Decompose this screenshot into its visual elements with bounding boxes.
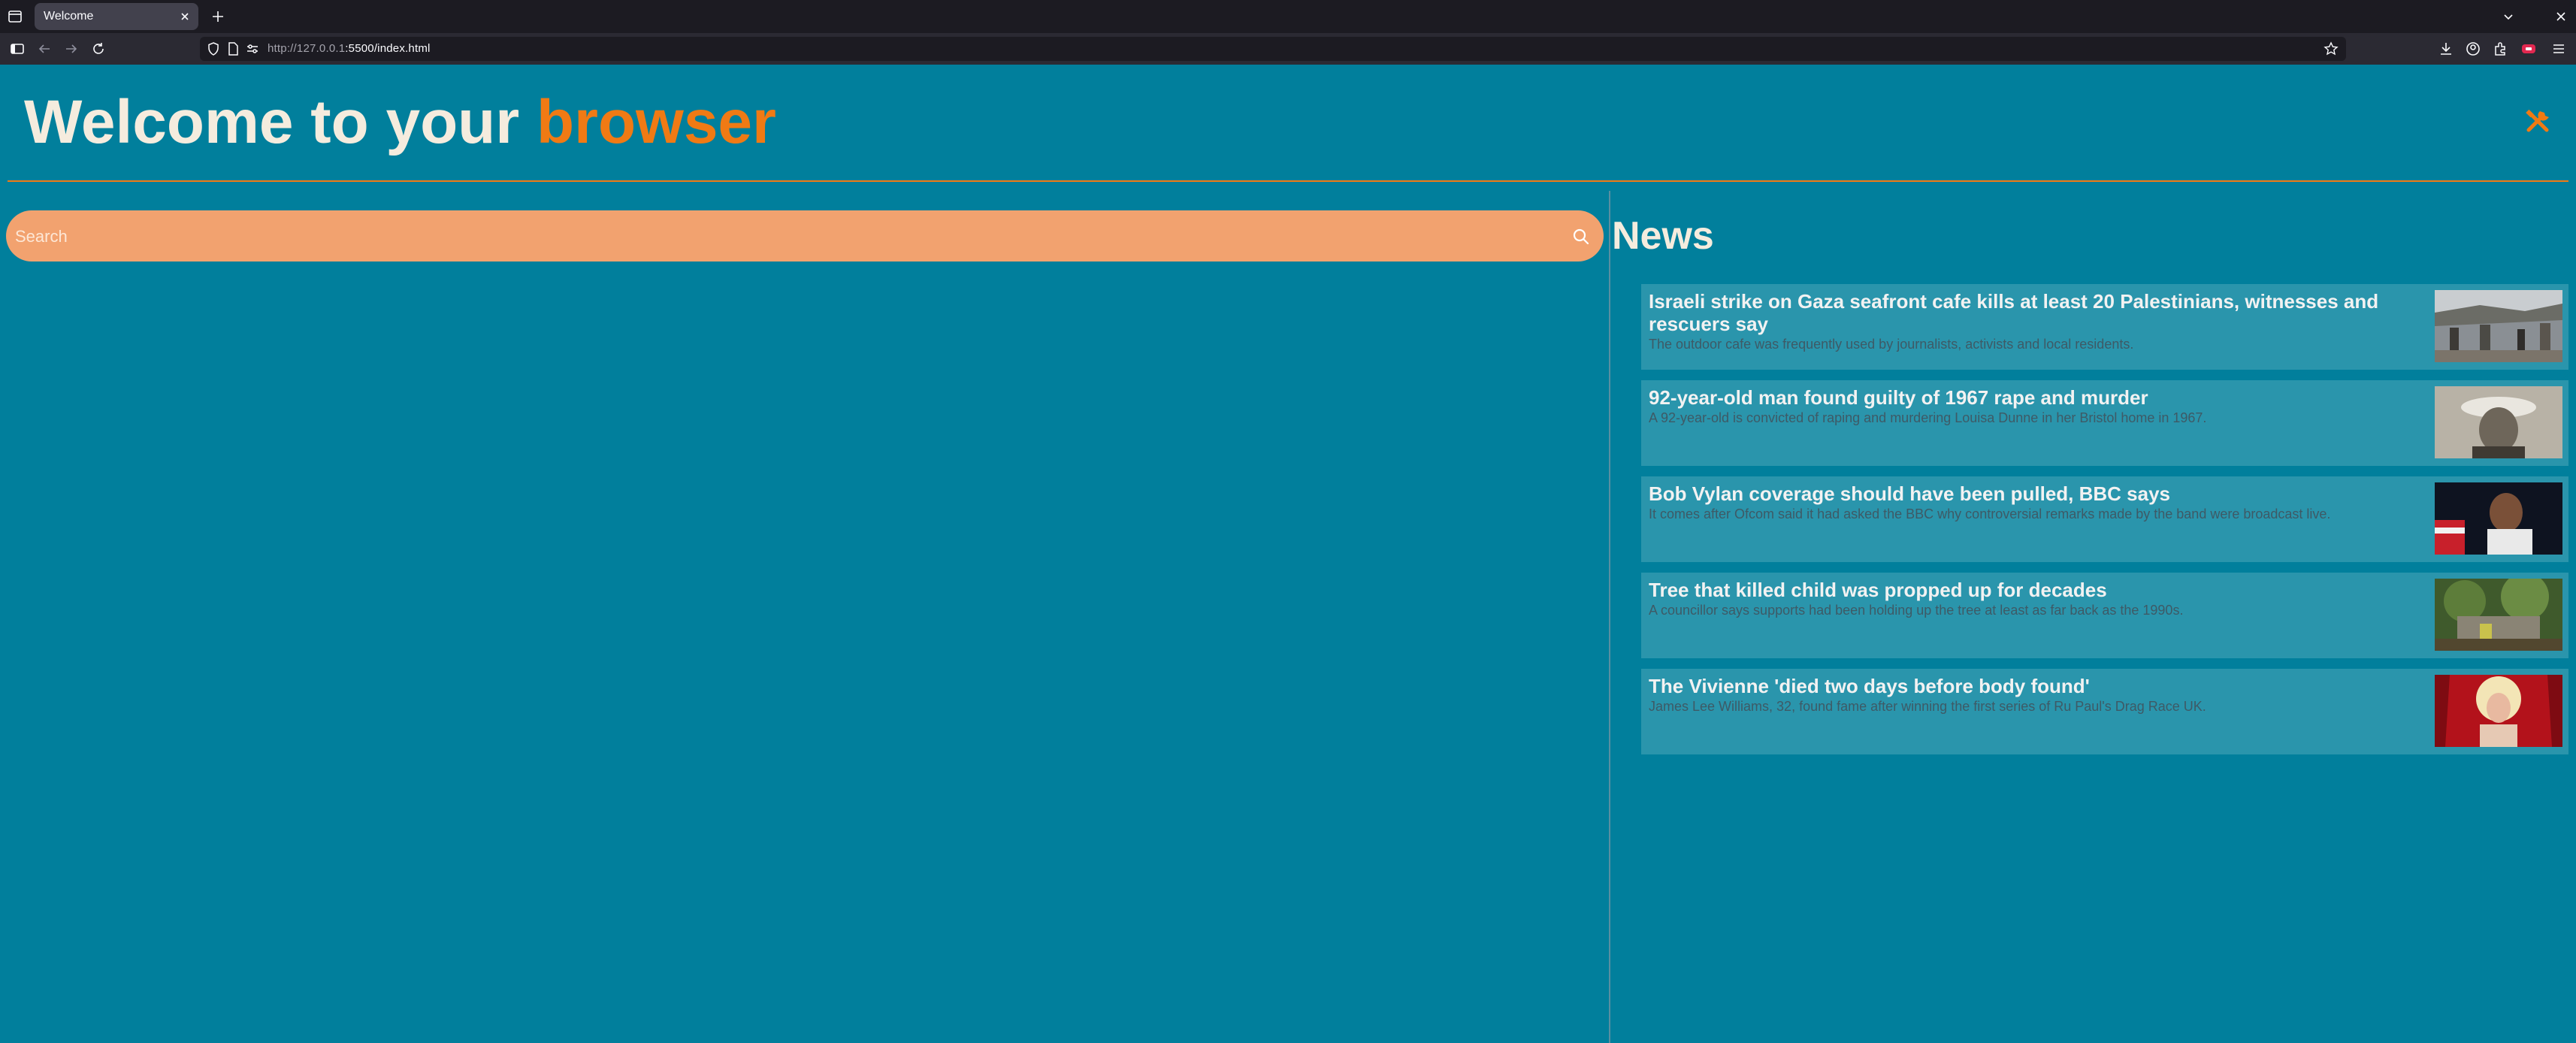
news-summary: A councillor says supports had been hold… (1649, 603, 2184, 618)
news-item[interactable]: Bob Vylan coverage should have been pull… (1641, 476, 2568, 562)
header-divider (8, 180, 2568, 182)
downloads-icon[interactable] (2438, 41, 2454, 57)
window-close-icon[interactable] (2552, 8, 2570, 26)
new-tab-icon[interactable] (209, 8, 227, 26)
column-divider (1609, 191, 1610, 1043)
tools-icon[interactable] (2522, 107, 2553, 138)
account-icon[interactable] (2465, 41, 2481, 57)
sidebar-icon[interactable] (9, 41, 26, 57)
news-item[interactable]: Israeli strike on Gaza seafront cafe kil… (1641, 284, 2568, 370)
news-headline[interactable]: The Vivienne 'died two days before body … (1649, 675, 2400, 697)
shield-icon[interactable] (206, 41, 221, 56)
reload-icon[interactable] (90, 41, 107, 57)
news-summary: It comes after Ofcom said it had asked t… (1649, 506, 2331, 522)
news-thumbnail[interactable] (2435, 675, 2562, 747)
page-content: Welcome to your browser News Israeli str… (0, 65, 2576, 1043)
tab-welcome[interactable]: Welcome (35, 3, 198, 30)
news-item[interactable]: Tree that killed child was propped up fo… (1641, 573, 2568, 658)
news-summary: The outdoor cafe was frequently used by … (1649, 337, 2134, 352)
tab-title: Welcome (44, 10, 94, 23)
news-item[interactable]: The Vivienne 'died two days before body … (1641, 669, 2568, 754)
browser-tab-bar: Welcome (0, 0, 2576, 33)
page-title: Welcome to your browser (24, 87, 776, 158)
search-input[interactable] (14, 210, 1550, 263)
url-text: http://127.0.0.1:5500/index.html (268, 42, 431, 55)
menu-icon[interactable] (2550, 41, 2567, 57)
news-headline[interactable]: Tree that killed child was propped up fo… (1649, 579, 2400, 601)
address-bar[interactable]: http://127.0.0.1:5500/index.html (200, 37, 2346, 61)
title-prefix: Welcome to your (24, 88, 537, 156)
search-icon[interactable] (1571, 227, 1591, 246)
extension-badge-icon[interactable] (2520, 41, 2537, 57)
extensions-icon[interactable] (2492, 41, 2508, 57)
permissions-icon[interactable] (245, 41, 260, 56)
news-headline[interactable]: Bob Vylan coverage should have been pull… (1649, 482, 2400, 505)
news-summary: A 92-year-old is convicted of raping and… (1649, 410, 2207, 425)
search-bar[interactable] (6, 210, 1604, 263)
title-accent: browser (536, 88, 776, 156)
tab-list-icon[interactable] (6, 8, 24, 26)
news-summary: James Lee Williams, 32, found fame after… (1649, 699, 2206, 714)
news-headline[interactable]: 92-year-old man found guilty of 1967 rap… (1649, 386, 2400, 409)
chevron-down-icon[interactable] (2499, 8, 2517, 26)
forward-arrow-icon[interactable] (63, 41, 80, 57)
back-arrow-icon[interactable] (36, 41, 53, 57)
news-thumbnail[interactable] (2435, 386, 2562, 458)
news-item[interactable]: 92-year-old man found guilty of 1967 rap… (1641, 380, 2568, 466)
news-headline[interactable]: Israeli strike on Gaza seafront cafe kil… (1649, 290, 2400, 335)
news-thumbnail[interactable] (2435, 482, 2562, 555)
close-icon[interactable] (177, 9, 192, 24)
browser-nav-bar: http://127.0.0.1:5500/index.html (0, 33, 2576, 65)
page-icon[interactable] (225, 41, 240, 56)
news-thumbnail[interactable] (2435, 579, 2562, 651)
bookmark-star-icon[interactable] (2324, 41, 2339, 56)
news-thumbnail[interactable] (2435, 290, 2562, 362)
news-heading: News (1612, 214, 1714, 258)
